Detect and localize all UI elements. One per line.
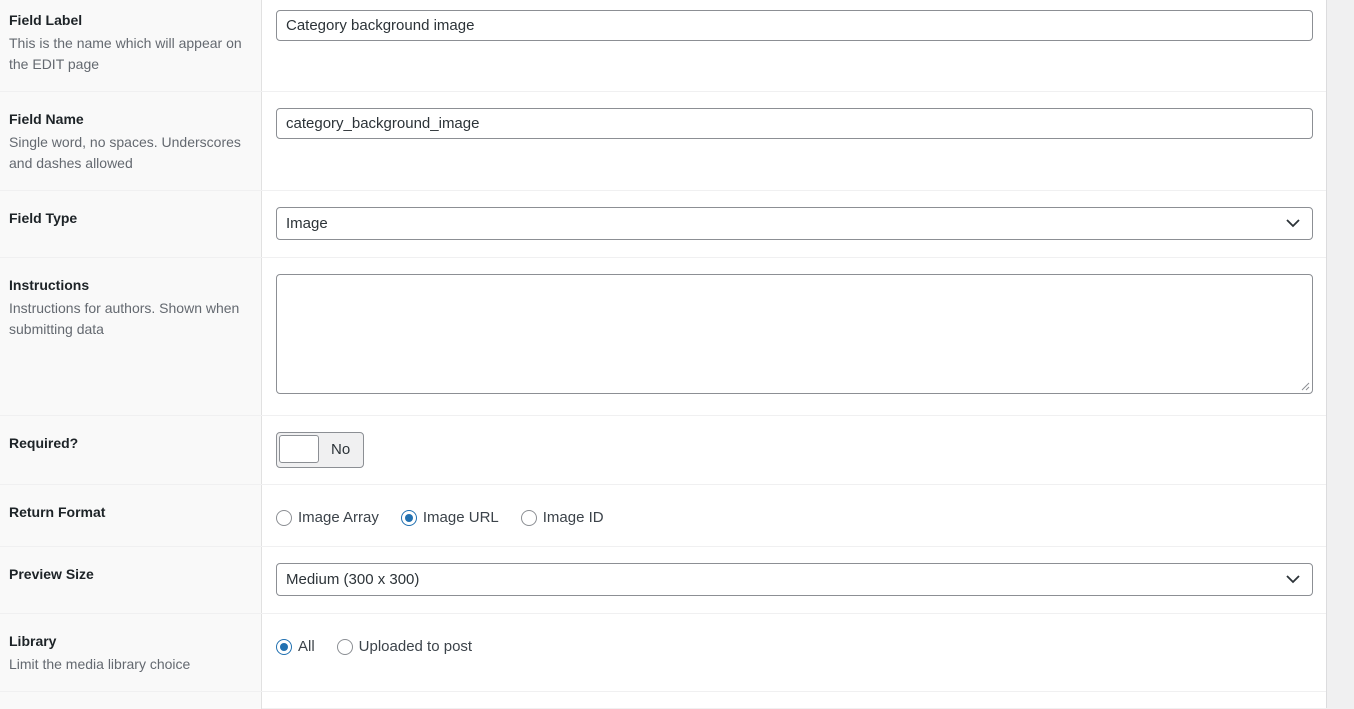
return-format-title: Return Format [9,504,106,520]
radio-option-image-id[interactable]: Image ID [520,509,604,526]
radio-label: Image Array [298,509,379,526]
row-next-partial [0,691,1326,709]
resize-handle-icon[interactable] [1300,381,1310,391]
instructions-textarea[interactable] [276,274,1313,394]
library-radio-group: All Uploaded to post [276,638,494,655]
label-cell: Field Name Single word, no spaces. Under… [0,92,262,191]
label-cell: Library Limit the media library choice [0,614,262,692]
return-format-radio-group: Image Array Image URL Image ID [276,509,626,526]
radio-option-image-url[interactable]: Image URL [400,509,499,526]
preview-size-selected-value: Medium (300 x 300) [286,571,420,588]
row-preview-size: Preview Size Medium (300 x 300) [0,546,1326,614]
radio-label: Uploaded to post [358,638,473,655]
field-type-select[interactable]: Image [276,207,1313,240]
row-return-format: Return Format Image Array Image URL Imag… [0,484,1326,547]
row-required: Required? No [0,415,1326,485]
preview-size-title: Preview Size [9,566,94,582]
label-cell: Preview Size [0,547,262,614]
instructions-description: Instructions for authors. Shown when sub… [9,300,240,337]
field-type-title: Field Type [9,210,78,226]
radio-button[interactable] [400,509,417,526]
library-description: Limit the media library choice [9,656,191,672]
input-cell: Image [262,191,1326,258]
toggle-state-label: No [331,441,351,458]
row-library: Library Limit the media library choice A… [0,613,1326,692]
radio-label: All [298,638,315,655]
library-title: Library [9,633,57,649]
radio-option-uploaded-to-post[interactable]: Uploaded to post [336,638,473,655]
toggle-knob [279,435,319,463]
field-name-description: Single word, no spaces. Underscores and … [9,134,241,171]
row-instructions: Instructions Instructions for authors. S… [0,257,1326,416]
input-cell: Category background image [262,0,1326,91]
radio-button[interactable] [276,509,292,526]
radio-label: Image ID [542,509,604,526]
label-cell: Instructions Instructions for authors. S… [0,258,262,416]
input-cell: Image Array Image URL Image ID [262,485,1326,547]
field-type-selected-value: Image [286,215,328,232]
radio-button[interactable] [336,638,353,655]
radio-button[interactable] [276,638,292,655]
input-cell: Medium (300 x 300) [262,547,1326,614]
required-title: Required? [9,435,79,451]
field-label-description: This is the name which will appear on th… [9,35,242,72]
chevron-down-icon [1286,219,1300,228]
input-cell: category_background_image [262,92,1326,191]
row-field-label: Field Label This is the name which will … [0,0,1326,91]
field-name-title: Field Name [9,111,84,127]
field-label-input[interactable]: Category background image [276,10,1313,41]
radio-label: Image URL [422,509,499,526]
radio-option-all[interactable]: All [276,638,315,655]
input-cell: No [262,416,1326,485]
input-cell [262,258,1326,416]
instructions-title: Instructions [9,277,90,293]
row-field-type: Field Type Image [0,190,1326,258]
field-label-title: Field Label [9,12,83,28]
label-cell [0,692,262,709]
chevron-down-icon [1286,575,1300,584]
label-cell: Required? [0,416,262,485]
radio-button[interactable] [520,509,537,526]
field-settings-panel: Field Label This is the name which will … [0,0,1327,709]
radio-option-image-array[interactable]: Image Array [276,509,379,526]
required-toggle[interactable]: No [276,432,364,468]
preview-size-select[interactable]: Medium (300 x 300) [276,563,1313,596]
row-field-name: Field Name Single word, no spaces. Under… [0,91,1326,191]
field-name-input[interactable]: category_background_image [276,108,1313,139]
label-cell: Field Type [0,191,262,258]
input-cell: All Uploaded to post [262,614,1326,692]
label-cell: Return Format [0,485,262,547]
label-cell: Field Label This is the name which will … [0,0,262,91]
